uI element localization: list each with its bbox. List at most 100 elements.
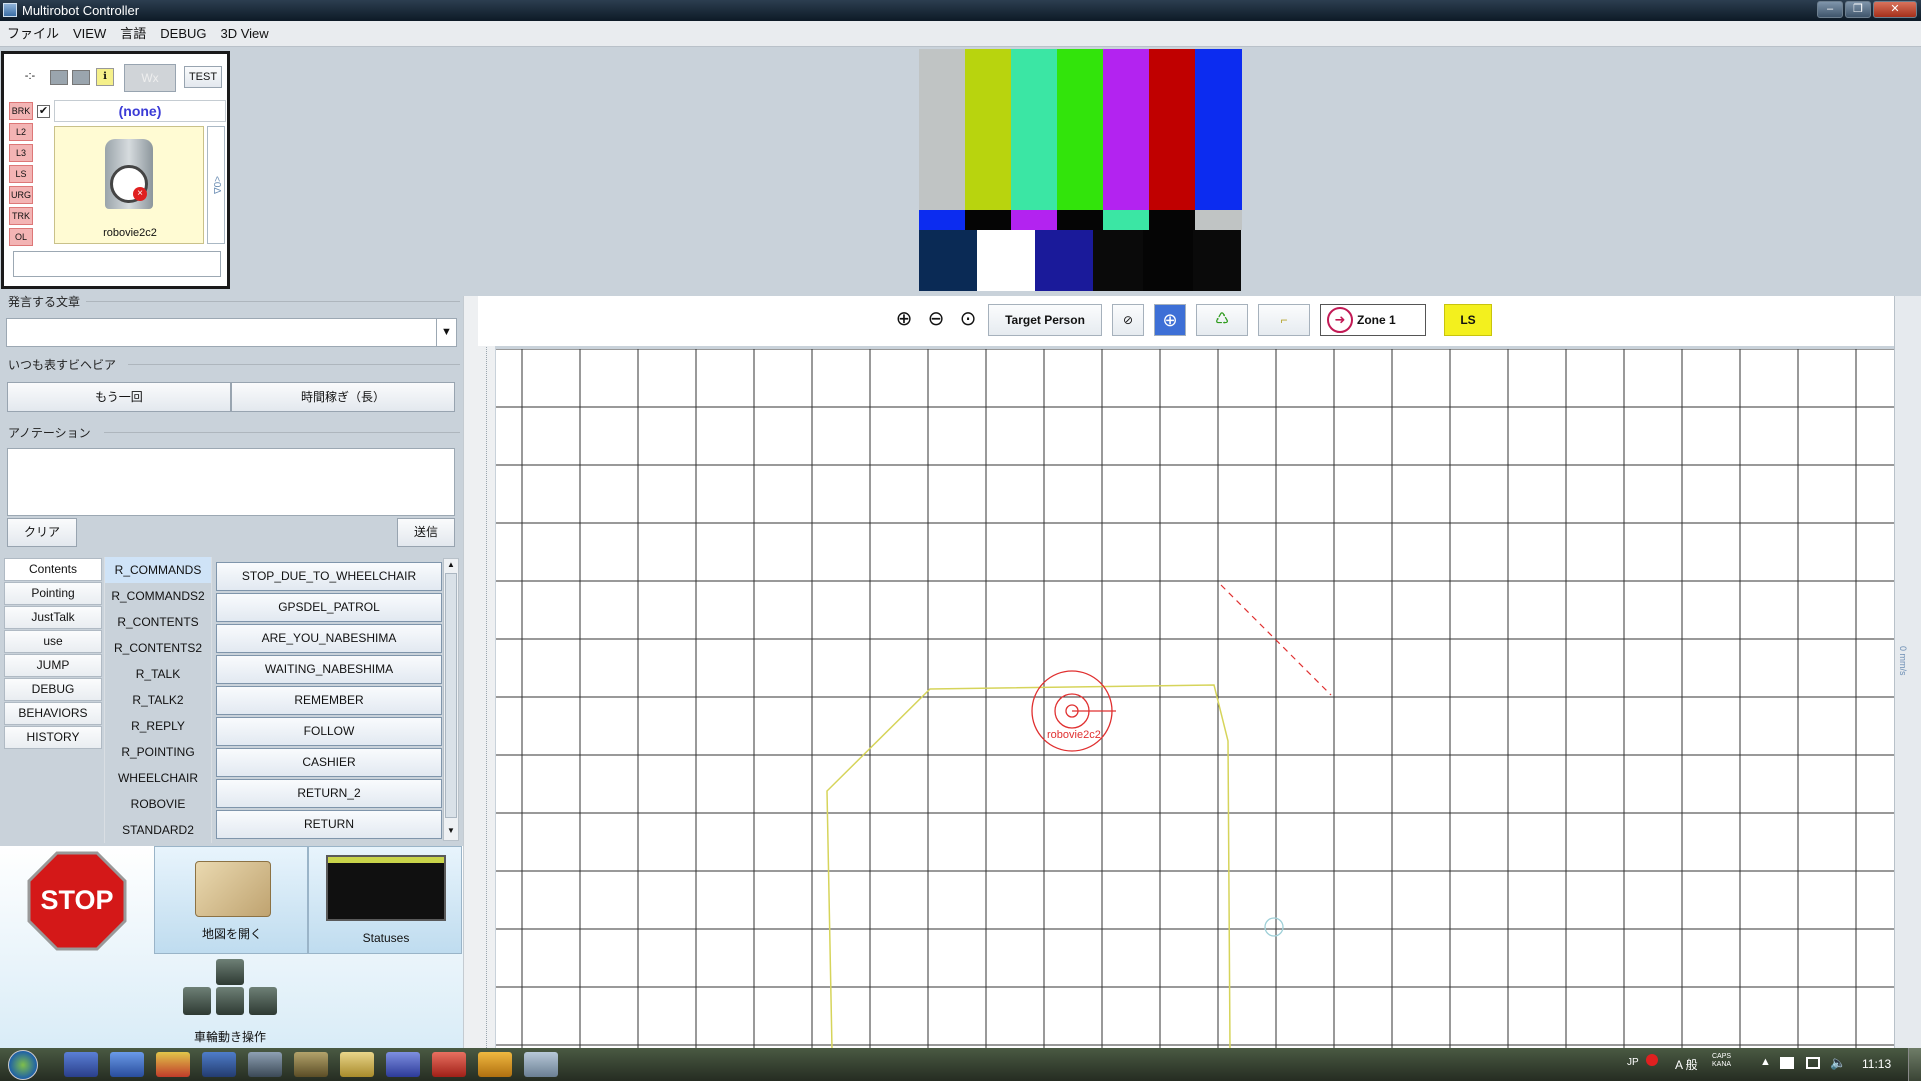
robot-checkbox[interactable]: ✔: [37, 105, 50, 118]
open-map-tile[interactable]: 地図を開く: [154, 846, 308, 954]
command-button[interactable]: ARE_YOU_NABESHIMA: [216, 624, 442, 653]
menu-file[interactable]: ファイル: [0, 21, 66, 47]
taskbar-app-icon[interactable]: [110, 1052, 144, 1077]
scroll-down-icon[interactable]: ▼: [445, 826, 457, 838]
scroll-up-icon[interactable]: ▲: [445, 560, 457, 572]
category-r-talk2[interactable]: R_TALK2: [104, 687, 212, 713]
category-r-commands[interactable]: R_COMMANDS: [104, 557, 212, 583]
zoom-in-icon[interactable]: ⊕: [890, 306, 918, 334]
flag-ls[interactable]: LS: [9, 165, 33, 183]
target-marker[interactable]: [1264, 917, 1284, 937]
taskbar-app-icon[interactable]: [64, 1052, 98, 1077]
category-wheelchair[interactable]: WHEELCHAIR: [104, 765, 212, 791]
category-standard2[interactable]: STANDARD2: [104, 817, 212, 843]
path-icon[interactable]: ⌐: [1258, 304, 1310, 336]
tab-justtalk[interactable]: JustTalk: [4, 606, 102, 629]
minimize-button[interactable]: –: [1817, 1, 1843, 18]
stall-long-button[interactable]: 時間稼ぎ（長）: [231, 382, 455, 412]
recycle-icon[interactable]: ♺: [1196, 304, 1248, 336]
flag-l3[interactable]: L3: [9, 144, 33, 162]
wx-button[interactable]: Wx: [124, 64, 176, 92]
robot-image-panel[interactable]: × robovie2c2: [54, 126, 204, 244]
map-canvas[interactable]: robovie2c2: [496, 349, 1894, 1049]
flag-urg[interactable]: URG: [9, 186, 33, 204]
taskbar-app-icon[interactable]: [294, 1052, 328, 1077]
repeat-button[interactable]: もう一回: [7, 382, 231, 412]
robot-input[interactable]: [13, 251, 221, 277]
show-desktop-button[interactable]: [1908, 1048, 1921, 1081]
command-button[interactable]: RETURN: [216, 810, 442, 839]
tab-history[interactable]: HISTORY: [4, 726, 102, 749]
scroll-thumb[interactable]: [445, 573, 457, 818]
crosshair-icon[interactable]: ⊕: [1154, 304, 1186, 336]
category-r-pointing[interactable]: R_POINTING: [104, 739, 212, 765]
taskbar-app-icon[interactable]: [202, 1052, 236, 1077]
splitter[interactable]: [463, 296, 495, 1048]
menu-debug[interactable]: DEBUG: [153, 21, 213, 47]
ime-status-icon[interactable]: [1646, 1054, 1658, 1066]
command-button[interactable]: STOP_DUE_TO_WHEELCHAIR: [216, 562, 442, 591]
taskbar-app-icon[interactable]: [386, 1052, 420, 1077]
hide-person-icon[interactable]: ⊘: [1112, 304, 1144, 336]
flag-brk[interactable]: BRK: [9, 102, 33, 120]
wheel-control-button[interactable]: [181, 959, 281, 1019]
ls-button[interactable]: LS: [1444, 304, 1492, 336]
map-side-strip[interactable]: 0 mm/s: [1894, 296, 1921, 1048]
chrome-icon[interactable]: [156, 1052, 190, 1077]
info-icon[interactable]: ℹ: [96, 68, 114, 86]
tab-jump[interactable]: JUMP: [4, 654, 102, 677]
command-button[interactable]: GPSDEL_PATROL: [216, 593, 442, 622]
folder-icon[interactable]: [340, 1052, 374, 1077]
tab-behaviors[interactable]: BEHAVIORS: [4, 702, 102, 725]
command-button[interactable]: FOLLOW: [216, 717, 442, 746]
statuses-tile[interactable]: Statuses: [308, 846, 462, 954]
command-button[interactable]: WAITING_NABESHIMA: [216, 655, 442, 684]
category-r-reply[interactable]: R_REPLY: [104, 713, 212, 739]
command-button[interactable]: RETURN_2: [216, 779, 442, 808]
tab-debug[interactable]: DEBUG: [4, 678, 102, 701]
tray-expand-icon[interactable]: ▲: [1760, 1056, 1771, 1068]
category-robovie[interactable]: ROBOVIE: [104, 791, 212, 817]
send-button[interactable]: 送信: [397, 518, 455, 547]
annotation-textarea[interactable]: [7, 448, 455, 516]
ime-mode[interactable]: A 般: [1675, 1056, 1698, 1073]
chevron-down-icon[interactable]: ▼: [436, 319, 456, 346]
flag-trk[interactable]: TRK: [9, 207, 33, 225]
menu-view[interactable]: VIEW: [66, 21, 113, 47]
clear-button[interactable]: クリア: [7, 518, 77, 547]
volume-icon[interactable]: 🔈: [1830, 1055, 1846, 1071]
start-button[interactable]: [8, 1050, 38, 1080]
close-button[interactable]: ✕: [1873, 1, 1917, 18]
language-indicator[interactable]: JP: [1627, 1057, 1639, 1068]
category-r-contents[interactable]: R_CONTENTS: [104, 609, 212, 635]
robot-small-icon[interactable]: [50, 70, 68, 85]
command-button[interactable]: REMEMBER: [216, 686, 442, 715]
test-button[interactable]: TEST: [184, 66, 222, 88]
target-person-button[interactable]: Target Person: [988, 304, 1102, 336]
taskbar-app-icon[interactable]: [248, 1052, 282, 1077]
zoom-fit-icon[interactable]: ⊙: [954, 306, 982, 334]
tab-pointing[interactable]: Pointing: [4, 582, 102, 605]
menu-language[interactable]: 言語: [113, 21, 153, 47]
tab-use[interactable]: use: [4, 630, 102, 653]
robot-small-icon[interactable]: [72, 70, 90, 85]
network-icon[interactable]: [1806, 1057, 1820, 1069]
command-scrollbar[interactable]: ▲ ▼: [443, 558, 459, 841]
tab-contents[interactable]: Contents: [4, 558, 102, 581]
zoom-out-icon[interactable]: ⊖: [922, 306, 950, 334]
category-r-contents2[interactable]: R_CONTENTS2: [104, 635, 212, 661]
command-button[interactable]: CASHIER: [216, 748, 442, 777]
flag-ol[interactable]: OL: [9, 228, 33, 246]
category-r-talk[interactable]: R_TALK: [104, 661, 212, 687]
illustrator-icon[interactable]: [478, 1052, 512, 1077]
flag-tray-icon[interactable]: [1780, 1057, 1794, 1069]
flag-l2[interactable]: L2: [9, 123, 33, 141]
taskbar-app-icon[interactable]: [432, 1052, 466, 1077]
java-app-icon[interactable]: [524, 1052, 558, 1077]
maximize-button[interactable]: ❐: [1845, 1, 1871, 18]
stop-button[interactable]: STOP: [27, 851, 127, 951]
speak-combobox[interactable]: ▼: [6, 318, 457, 347]
zone-button[interactable]: ➜ Zone 1: [1320, 304, 1426, 336]
category-r-commands2[interactable]: R_COMMANDS2: [104, 583, 212, 609]
menu-3d-view[interactable]: 3D View: [214, 21, 276, 47]
